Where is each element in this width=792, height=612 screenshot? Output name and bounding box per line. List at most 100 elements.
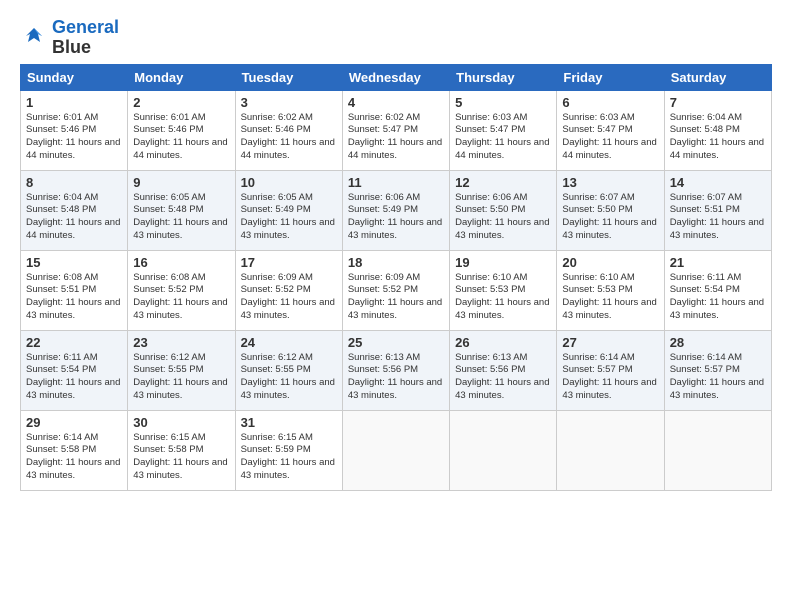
day-info: Sunrise: 6:06 AMSunset: 5:50 PMDaylight:… [455,192,551,243]
calendar-empty-cell [450,410,557,490]
day-info: Sunrise: 6:03 AMSunset: 5:47 PMDaylight:… [562,112,658,163]
calendar-day-cell: 22 Sunrise: 6:11 AMSunset: 5:54 PMDayligh… [21,330,128,410]
day-number: 31 [241,415,337,430]
calendar-day-cell: 24 Sunrise: 6:12 AMSunset: 5:55 PMDayligh… [235,330,342,410]
day-header-tuesday: Tuesday [235,64,342,90]
calendar-day-cell: 9 Sunrise: 6:05 AMSunset: 5:48 PMDaylight… [128,170,235,250]
day-info: Sunrise: 6:11 AMSunset: 5:54 PMDaylight:… [670,272,766,323]
day-number: 14 [670,175,766,190]
calendar-day-cell: 8 Sunrise: 6:04 AMSunset: 5:48 PMDaylight… [21,170,128,250]
day-number: 18 [348,255,444,270]
day-number: 2 [133,95,229,110]
day-info: Sunrise: 6:15 AMSunset: 5:58 PMDaylight:… [133,432,229,483]
calendar-day-cell: 31 Sunrise: 6:15 AMSunset: 5:59 PMDayligh… [235,410,342,490]
day-number: 25 [348,335,444,350]
day-info: Sunrise: 6:05 AMSunset: 5:48 PMDaylight:… [133,192,229,243]
calendar-day-cell: 2Sunrise: 6:01 AMSunset: 5:46 PMDaylight… [128,90,235,170]
day-number: 19 [455,255,551,270]
day-number: 24 [241,335,337,350]
day-info: Sunrise: 6:02 AMSunset: 5:47 PMDaylight:… [348,112,444,163]
calendar-day-cell: 7 Sunrise: 6:04 AMSunset: 5:48 PMDaylight… [664,90,771,170]
calendar-day-cell: 23 Sunrise: 6:12 AMSunset: 5:55 PMDayligh… [128,330,235,410]
day-info: Sunrise: 6:11 AMSunset: 5:54 PMDaylight:… [26,352,122,403]
page-header: GeneralBlue [20,18,772,58]
day-number: 26 [455,335,551,350]
calendar-empty-cell [342,410,449,490]
page-container: GeneralBlue SundayMondayTuesdayWednesday… [0,0,792,501]
day-info: Sunrise: 6:12 AMSunset: 5:55 PMDaylight:… [241,352,337,403]
day-info: Sunrise: 6:14 AMSunset: 5:57 PMDaylight:… [670,352,766,403]
calendar-week-row: 29 Sunrise: 6:14 AMSunset: 5:58 PMDayligh… [21,410,772,490]
day-number: 21 [670,255,766,270]
day-info: Sunrise: 6:12 AMSunset: 5:55 PMDaylight:… [133,352,229,403]
day-info: Sunrise: 6:08 AMSunset: 5:51 PMDaylight:… [26,272,122,323]
calendar-day-cell: 15 Sunrise: 6:08 AMSunset: 5:51 PMDayligh… [21,250,128,330]
day-number: 5 [455,95,551,110]
day-info: Sunrise: 6:10 AMSunset: 5:53 PMDaylight:… [562,272,658,323]
day-info: Sunrise: 6:07 AMSunset: 5:50 PMDaylight:… [562,192,658,243]
day-number: 28 [670,335,766,350]
calendar-day-cell: 28 Sunrise: 6:14 AMSunset: 5:57 PMDayligh… [664,330,771,410]
day-info: Sunrise: 6:01 AMSunset: 5:46 PMDaylight:… [26,112,122,163]
day-info: Sunrise: 6:14 AMSunset: 5:58 PMDaylight:… [26,432,122,483]
day-info: Sunrise: 6:06 AMSunset: 5:49 PMDaylight:… [348,192,444,243]
calendar-day-cell: 11 Sunrise: 6:06 AMSunset: 5:49 PMDayligh… [342,170,449,250]
calendar-day-cell: 6Sunrise: 6:03 AMSunset: 5:47 PMDaylight… [557,90,664,170]
day-number: 12 [455,175,551,190]
calendar-day-cell: 17 Sunrise: 6:09 AMSunset: 5:52 PMDayligh… [235,250,342,330]
logo-text: GeneralBlue [52,18,119,58]
logo: GeneralBlue [20,18,119,58]
calendar-day-cell: 30 Sunrise: 6:15 AMSunset: 5:58 PMDayligh… [128,410,235,490]
calendar-day-cell: 16 Sunrise: 6:08 AMSunset: 5:52 PMDayligh… [128,250,235,330]
day-header-thursday: Thursday [450,64,557,90]
calendar-day-cell: 3Sunrise: 6:02 AMSunset: 5:46 PMDaylight… [235,90,342,170]
calendar-day-cell: 20 Sunrise: 6:10 AMSunset: 5:53 PMDayligh… [557,250,664,330]
day-number: 9 [133,175,229,190]
day-number: 30 [133,415,229,430]
calendar-body: 1Sunrise: 6:01 AMSunset: 5:46 PMDaylight… [21,90,772,490]
calendar-week-row: 22 Sunrise: 6:11 AMSunset: 5:54 PMDayligh… [21,330,772,410]
calendar-day-cell: 13 Sunrise: 6:07 AMSunset: 5:50 PMDayligh… [557,170,664,250]
day-info: Sunrise: 6:13 AMSunset: 5:56 PMDaylight:… [455,352,551,403]
day-number: 15 [26,255,122,270]
day-number: 7 [670,95,766,110]
day-info: Sunrise: 6:05 AMSunset: 5:49 PMDaylight:… [241,192,337,243]
day-header-saturday: Saturday [664,64,771,90]
day-info: Sunrise: 6:13 AMSunset: 5:56 PMDaylight:… [348,352,444,403]
calendar-table: SundayMondayTuesdayWednesdayThursdayFrid… [20,64,772,491]
day-number: 8 [26,175,122,190]
day-info: Sunrise: 6:14 AMSunset: 5:57 PMDaylight:… [562,352,658,403]
day-number: 11 [348,175,444,190]
calendar-header-row: SundayMondayTuesdayWednesdayThursdayFrid… [21,64,772,90]
calendar-day-cell: 19 Sunrise: 6:10 AMSunset: 5:53 PMDayligh… [450,250,557,330]
calendar-day-cell: 1Sunrise: 6:01 AMSunset: 5:46 PMDaylight… [21,90,128,170]
calendar-day-cell: 21 Sunrise: 6:11 AMSunset: 5:54 PMDayligh… [664,250,771,330]
day-number: 10 [241,175,337,190]
calendar-day-cell: 4Sunrise: 6:02 AMSunset: 5:47 PMDaylight… [342,90,449,170]
day-info: Sunrise: 6:09 AMSunset: 5:52 PMDaylight:… [241,272,337,323]
day-number: 13 [562,175,658,190]
day-number: 17 [241,255,337,270]
calendar-day-cell: 14Sunrise: 6:07 AMSunset: 5:51 PMDayligh… [664,170,771,250]
day-number: 23 [133,335,229,350]
day-number: 29 [26,415,122,430]
calendar-day-cell: 12 Sunrise: 6:06 AMSunset: 5:50 PMDayligh… [450,170,557,250]
day-info: Sunrise: 6:04 AMSunset: 5:48 PMDaylight:… [670,112,766,163]
calendar-empty-cell [557,410,664,490]
day-info: Sunrise: 6:03 AMSunset: 5:47 PMDaylight:… [455,112,551,163]
day-info: Sunrise: 6:04 AMSunset: 5:48 PMDaylight:… [26,192,122,243]
day-info: Sunrise: 6:08 AMSunset: 5:52 PMDaylight:… [133,272,229,323]
day-number: 16 [133,255,229,270]
day-info: Sunrise: 6:10 AMSunset: 5:53 PMDaylight:… [455,272,551,323]
day-number: 22 [26,335,122,350]
calendar-week-row: 1Sunrise: 6:01 AMSunset: 5:46 PMDaylight… [21,90,772,170]
calendar-day-cell: 27 Sunrise: 6:14 AMSunset: 5:57 PMDayligh… [557,330,664,410]
day-info: Sunrise: 6:02 AMSunset: 5:46 PMDaylight:… [241,112,337,163]
day-info: Sunrise: 6:15 AMSunset: 5:59 PMDaylight:… [241,432,337,483]
day-header-sunday: Sunday [21,64,128,90]
day-number: 27 [562,335,658,350]
day-number: 20 [562,255,658,270]
calendar-day-cell: 29 Sunrise: 6:14 AMSunset: 5:58 PMDayligh… [21,410,128,490]
day-header-friday: Friday [557,64,664,90]
calendar-empty-cell [664,410,771,490]
